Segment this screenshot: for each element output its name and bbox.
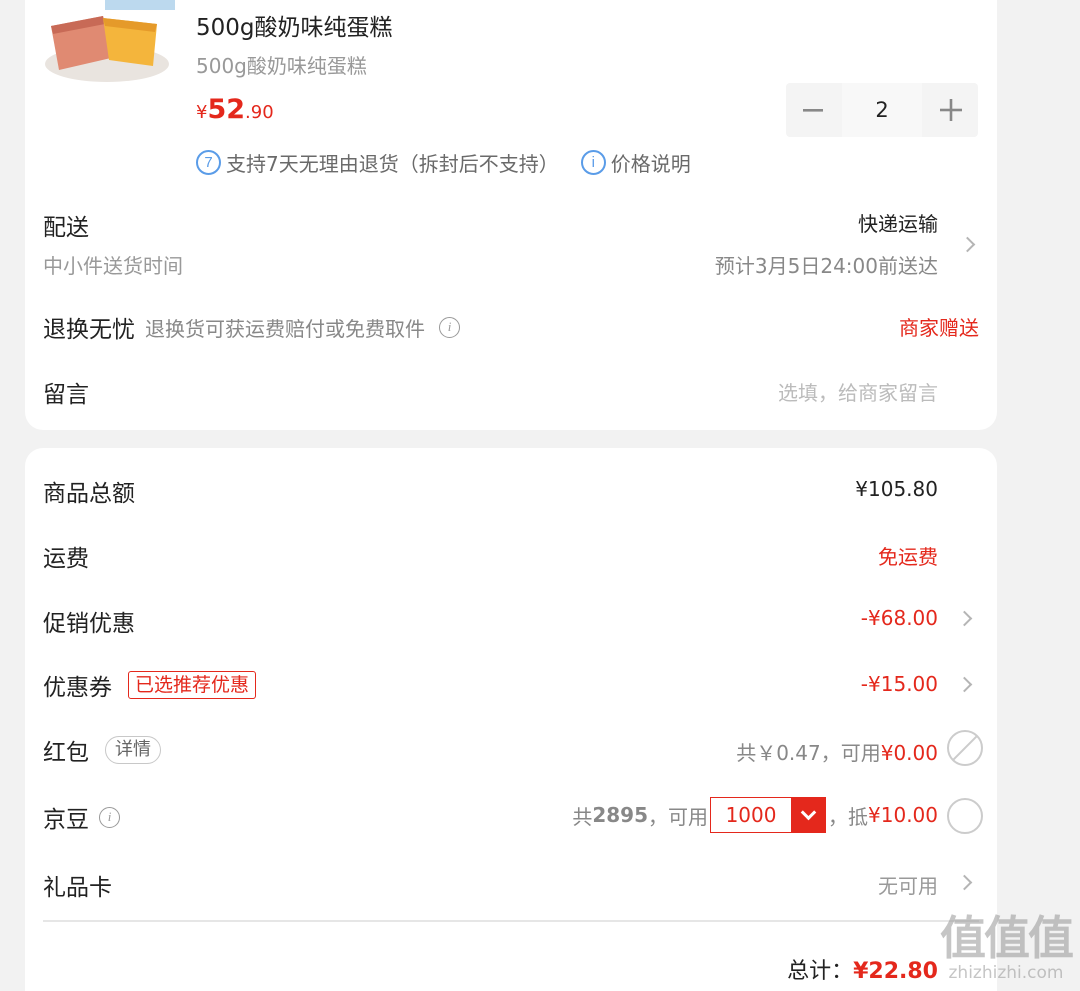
jd-bean-radio[interactable] <box>947 798 983 834</box>
delivery-sub: 中小件送货时间 <box>43 254 183 278</box>
goods-total-label: 商品总额 <box>43 481 135 507</box>
shipping-row: 运费 <box>43 539 89 573</box>
product-name[interactable]: 500g酸奶味纯蛋糕 <box>196 8 393 42</box>
delivery-eta: 预计3月5日24:00前送达 <box>714 254 938 278</box>
red-packet-row: 红包 详情 <box>43 733 161 767</box>
promotion-value: -¥68.00 <box>860 606 938 630</box>
promotion-row[interactable]: 促销优惠 <box>43 604 135 638</box>
return-policy-tag[interactable]: 7 支持7天无理由退货（拆封后不支持） <box>196 148 559 177</box>
info-icon[interactable]: i <box>99 806 120 828</box>
chevron-down-icon <box>791 798 826 832</box>
price-note-link[interactable]: i 价格说明 <box>580 148 691 177</box>
red-packet-total: 共￥0.47，可用 <box>736 741 881 765</box>
delivery-row[interactable]: 配送 中小件送货时间 快递运输 预计3月5日24:00前送达 <box>43 208 979 288</box>
return-policy-text: 支持7天无理由退货（拆封后不支持） <box>226 152 559 176</box>
delivery-label: 配送 <box>43 215 89 241</box>
service-tags: 7 支持7天无理由退货（拆封后不支持） i 价格说明 <box>196 148 713 177</box>
product-price: ¥52.90 <box>196 94 274 125</box>
jd-bean-selected: 1000 <box>725 803 777 827</box>
product-thumbnail[interactable] <box>45 0 175 82</box>
shipping-value: 免运费 <box>878 545 938 569</box>
shipping-label: 运费 <box>43 546 89 572</box>
return-worry-free-value: 商家赠送 <box>899 316 979 340</box>
return-worry-free-row[interactable]: 退换无忧 退换货可获运费赔付或免费取件 i 商家赠送 <box>43 310 979 344</box>
total-label: 总计： <box>787 959 854 984</box>
jd-bean-deduct: ¥10.00 <box>868 803 938 827</box>
red-packet-info: 共￥0.47，可用¥0.00 <box>736 737 938 766</box>
total-value: ¥22.80 <box>853 959 938 984</box>
promotion-label: 促销优惠 <box>43 611 135 637</box>
coupon-recommended-tag: 已选推荐优惠 <box>128 671 257 699</box>
jd-bean-label: 京豆 <box>43 807 89 833</box>
minus-icon <box>803 109 823 112</box>
message-label: 留言 <box>43 382 89 408</box>
increase-quantity-button[interactable] <box>924 83 978 137</box>
price-currency: ¥ <box>196 102 208 123</box>
price-integer: 52 <box>207 94 246 125</box>
coupon-label: 优惠券 <box>43 675 112 701</box>
jd-bean-total: 2895 <box>592 803 649 827</box>
chevron-right-icon[interactable] <box>956 874 973 891</box>
coupon-row[interactable]: 优惠券 已选推荐优惠 <box>43 668 257 702</box>
site-watermark: 值值值 zhizhizhi.com <box>940 911 1074 983</box>
seven-day-icon: 7 <box>196 150 221 175</box>
red-packet-disabled-icon <box>947 730 983 766</box>
jd-bean-select[interactable]: 1000 <box>710 797 827 833</box>
return-worry-free-label: 退换无忧 <box>43 317 135 343</box>
plus-icon <box>940 99 962 121</box>
price-decimal: .90 <box>245 102 274 123</box>
jd-bean-usable: ，可用 <box>648 804 709 829</box>
delivery-method: 快递运输 <box>858 212 938 236</box>
info-icon[interactable]: i <box>439 316 460 338</box>
jd-bean-total-prefix: 共 <box>572 804 593 829</box>
jd-bean-row: 京豆 i <box>43 800 120 834</box>
price-note-text: 价格说明 <box>610 152 691 176</box>
watermark-url: zhizhizhi.com <box>948 963 1064 983</box>
order-item-card: 500g酸奶味纯蛋糕 500g酸奶味纯蛋糕 ¥52.90 2 7 支持7天无理由… <box>25 0 997 430</box>
chevron-right-icon[interactable] <box>956 610 973 627</box>
goods-total-value: ¥105.80 <box>855 477 938 501</box>
return-worry-free-desc: 退换货可获运费赔付或免费取件 <box>145 316 425 341</box>
chevron-right-icon <box>959 236 976 253</box>
product-spec: 500g酸奶味纯蛋糕 <box>196 54 367 78</box>
info-icon: i <box>580 150 606 175</box>
jd-bean-deduct-prefix: ，抵 <box>828 804 869 829</box>
gift-card-row[interactable]: 礼品卡 <box>43 868 112 902</box>
goods-total-row: 商品总额 <box>43 474 135 508</box>
chevron-right-icon[interactable] <box>956 676 973 693</box>
quantity-stepper: 2 <box>786 83 978 137</box>
gift-card-value: 无可用 <box>878 874 938 898</box>
divider <box>43 920 979 922</box>
price-summary-card: 商品总额 ¥105.80 运费 免运费 促销优惠 -¥68.00 优惠券 已选推… <box>25 448 997 991</box>
message-input[interactable]: 选填，给商家留言 <box>778 377 938 406</box>
watermark-logo: 值值值 <box>940 911 1074 965</box>
coupon-value: -¥15.00 <box>860 672 938 696</box>
jd-bean-info: 共 2895 ，可用 1000 ，抵 ¥10.00 <box>572 797 938 833</box>
decrease-quantity-button[interactable] <box>786 83 840 137</box>
red-packet-details-button[interactable]: 详情 <box>105 736 161 764</box>
red-packet-label: 红包 <box>43 740 89 766</box>
gift-card-label: 礼品卡 <box>43 875 112 901</box>
total-row: 总计：¥22.80 <box>787 953 938 985</box>
message-row[interactable]: 留言 选填，给商家留言 <box>43 375 979 409</box>
quantity-value[interactable]: 2 <box>842 83 922 137</box>
red-packet-available: ¥0.00 <box>880 741 938 765</box>
